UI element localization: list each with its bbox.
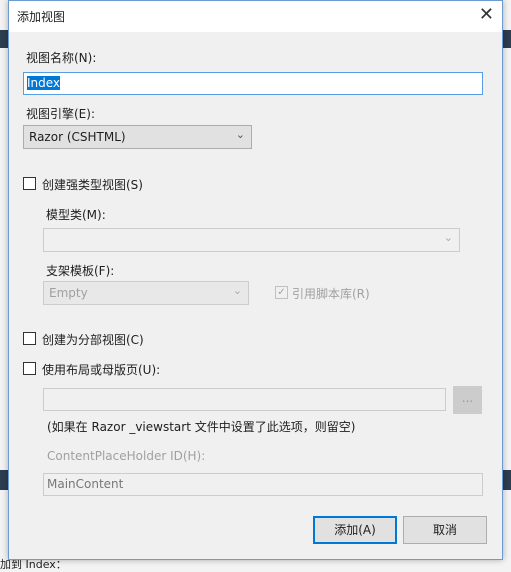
view-engine-value: Razor (CSHTML) xyxy=(29,130,126,144)
add-view-dialog: 添加视图 ✕ 视图名称(N): Index 视图引擎(E): Razor (CS… xyxy=(8,0,503,560)
scaffold-select[interactable]: Empty ⌄ xyxy=(43,281,249,305)
layout-checkbox[interactable] xyxy=(23,362,36,375)
close-icon[interactable]: ✕ xyxy=(479,4,494,25)
script-lib-label: 引用脚本库(R) xyxy=(292,287,370,301)
strong-type-checkbox[interactable] xyxy=(23,177,36,190)
partial-view-label: 创建为分部视图(C) xyxy=(42,333,144,347)
scaffold-label: 支架模板(F): xyxy=(46,264,115,278)
layout-input[interactable] xyxy=(43,388,446,411)
placeholder-id-label: ContentPlaceHolder ID(H): xyxy=(47,449,206,463)
cancel-button[interactable]: 取消 xyxy=(403,516,487,544)
add-button[interactable]: 添加(A) xyxy=(313,516,397,544)
view-name-input[interactable]: Index xyxy=(23,72,483,95)
layout-hint: (如果在 Razor _viewstart 文件中设置了此选项，则留空) xyxy=(47,420,356,434)
scaffold-value: Empty xyxy=(49,286,88,300)
placeholder-id-input[interactable]: MainContent xyxy=(43,473,483,496)
view-engine-select[interactable]: Razor (CSHTML) ⌄ xyxy=(23,125,252,149)
dialog-title: 添加视图 xyxy=(17,10,66,24)
layout-label: 使用布局或母版页(U): xyxy=(42,363,161,377)
chevron-down-icon: ⌄ xyxy=(443,231,453,244)
browse-button[interactable]: ... xyxy=(453,386,482,414)
title-bar: 添加视图 ✕ xyxy=(9,1,502,32)
view-name-label: 视图名称(N): xyxy=(26,51,97,65)
view-engine-label: 视图引擎(E): xyxy=(26,107,95,121)
chevron-down-icon: ⌄ xyxy=(232,284,242,297)
model-class-label: 模型类(M): xyxy=(46,208,106,222)
view-name-value: Index xyxy=(27,76,61,90)
script-lib-checkbox[interactable]: ✓ xyxy=(275,286,288,299)
model-class-select[interactable]: ⌄ xyxy=(43,228,460,252)
strong-type-label: 创建强类型视图(S) xyxy=(42,178,143,192)
partial-view-checkbox[interactable] xyxy=(23,332,36,345)
chevron-down-icon: ⌄ xyxy=(235,128,245,141)
